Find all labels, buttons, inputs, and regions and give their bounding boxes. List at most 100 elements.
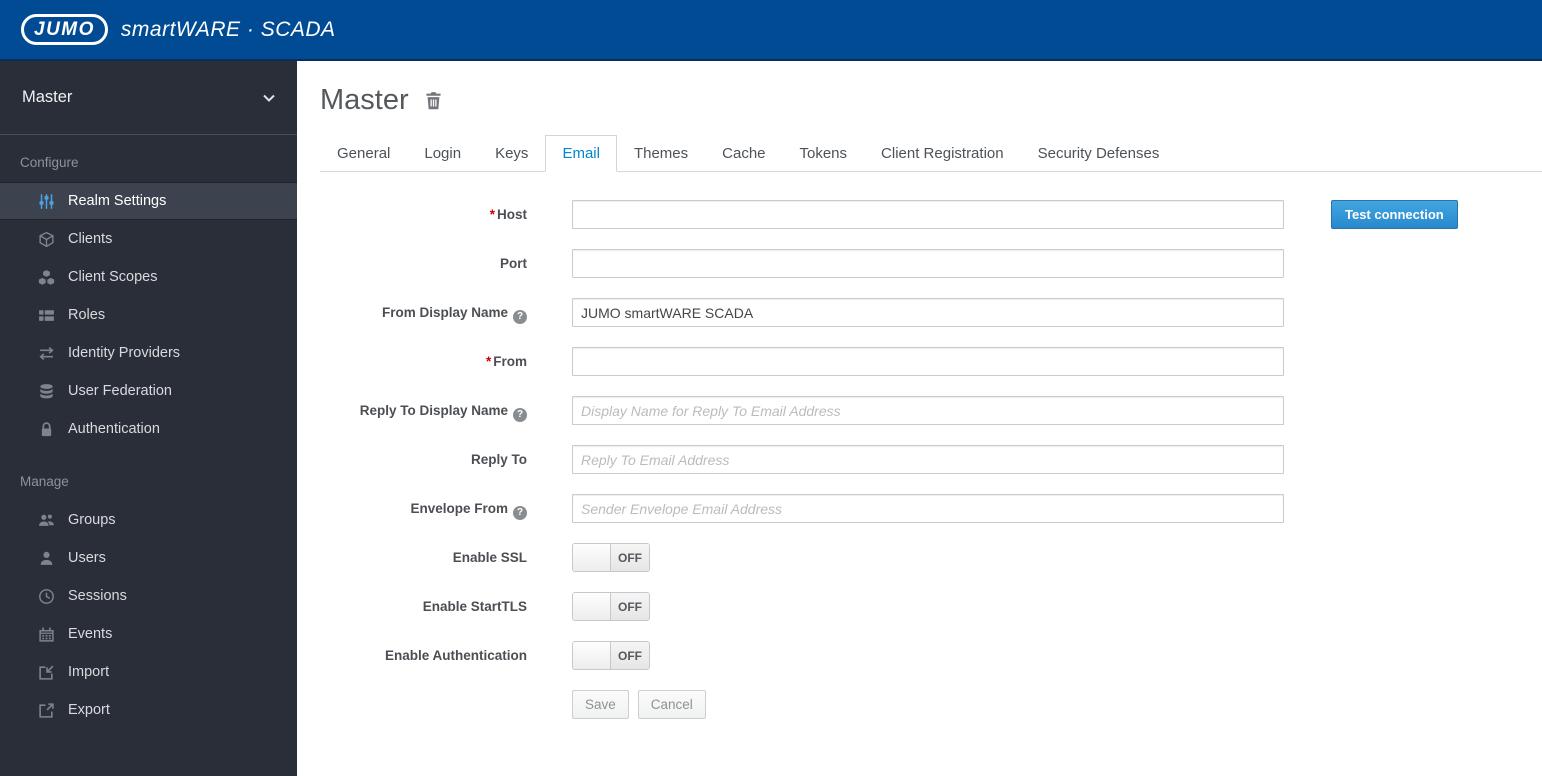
save-button[interactable]: Save (572, 690, 629, 719)
sidebar-item-groups[interactable]: Groups (0, 501, 297, 539)
enable-authentication-toggle[interactable]: OFF (572, 641, 650, 670)
reply-to-display-name-input[interactable] (572, 396, 1284, 425)
sidebar-item-users[interactable]: Users (0, 539, 297, 577)
export-arrow-icon (37, 702, 56, 719)
sidebar-item-events[interactable]: Events (0, 615, 297, 653)
sidebar-item-label: Users (68, 550, 106, 566)
toggle-off-label: OFF (611, 642, 649, 669)
toggle-off-label: OFF (611, 544, 649, 571)
sidebar-item-sessions[interactable]: Sessions (0, 577, 297, 615)
sidebar-item-authentication[interactable]: Authentication (0, 410, 297, 448)
sidebar-item-label: Identity Providers (68, 345, 181, 361)
tab-general[interactable]: General (320, 135, 407, 172)
enable-authentication-label: Enable Authentication (384, 648, 527, 663)
form-row-enable-starttls: Enable StartTLS OFF (320, 592, 1542, 621)
port-input[interactable] (572, 249, 1284, 278)
cubes-icon (37, 269, 56, 286)
product-name: smartWARE · SCADA (120, 17, 336, 41)
user-icon (37, 550, 56, 567)
help-icon[interactable]: ? (513, 310, 527, 324)
sidebar-item-label: Realm Settings (68, 193, 167, 209)
enable-ssl-toggle[interactable]: OFF (572, 543, 650, 572)
toggle-off-label: OFF (611, 593, 649, 620)
sidebar-item-realm-settings[interactable]: Realm Settings (0, 182, 297, 220)
sidebar-item-label: Export (68, 702, 110, 718)
tab-security-defenses[interactable]: Security Defenses (1021, 135, 1177, 172)
sidebar-item-identity-providers[interactable]: Identity Providers (0, 334, 297, 372)
tab-client-registration[interactable]: Client Registration (864, 135, 1021, 172)
enable-starttls-toggle[interactable]: OFF (572, 592, 650, 621)
help-icon[interactable]: ? (513, 408, 527, 422)
enable-starttls-label: Enable StartTLS (422, 599, 527, 614)
tab-tokens[interactable]: Tokens (783, 135, 865, 172)
toggle-handle (573, 593, 611, 620)
form-row-port: Port (320, 249, 1542, 278)
from-input[interactable] (572, 347, 1284, 376)
form-row-enable-ssl: Enable SSL OFF (320, 543, 1542, 572)
host-input[interactable] (572, 200, 1284, 229)
main-content: Master General Login Keys Email Themes C… (297, 61, 1542, 776)
realm-selector-label: Master (22, 88, 73, 106)
tab-cache[interactable]: Cache (705, 135, 782, 172)
reply-to-display-name-label: Reply To Display Name? (320, 396, 572, 425)
port-label: Port (500, 256, 527, 271)
calendar-icon (37, 626, 56, 643)
help-icon[interactable]: ? (513, 506, 527, 520)
sidebar-item-clients[interactable]: Clients (0, 220, 297, 258)
sidebar-item-export[interactable]: Export (0, 691, 297, 729)
from-display-name-label: From Display Name? (320, 298, 572, 327)
reply-to-input[interactable] (572, 445, 1284, 474)
database-icon (37, 383, 56, 400)
tab-keys[interactable]: Keys (478, 135, 545, 172)
from-label: * From (485, 354, 527, 369)
app-header: JUMO smartWARE · SCADA (0, 0, 1542, 61)
sidebar-item-roles[interactable]: Roles (0, 296, 297, 334)
lock-icon (37, 421, 56, 438)
form-row-envelope-from: Envelope From? (320, 494, 1542, 523)
cancel-button[interactable]: Cancel (637, 690, 706, 719)
import-arrow-icon (37, 664, 56, 681)
test-connection-button[interactable]: Test connection (1331, 200, 1458, 229)
exchange-arrows-icon (37, 345, 56, 362)
required-marker: * (485, 354, 492, 369)
form-row-host: * Host Test connection (320, 200, 1542, 229)
tab-themes[interactable]: Themes (617, 135, 705, 172)
sidebar-item-label: Groups (68, 512, 116, 528)
sidebar-item-label: Client Scopes (68, 269, 158, 285)
from-display-name-input[interactable] (572, 298, 1284, 327)
list-blocks-icon (37, 307, 56, 324)
realm-selector[interactable]: Master (0, 61, 297, 135)
form-row-enable-authentication: Enable Authentication OFF (320, 641, 1542, 670)
envelope-from-label: Envelope From? (320, 494, 572, 523)
envelope-from-input[interactable] (572, 494, 1284, 523)
users-group-icon (37, 512, 56, 529)
form-row-reply-to-display-name: Reply To Display Name? (320, 396, 1542, 425)
toggle-handle (573, 544, 611, 571)
chevron-down-icon (263, 88, 275, 107)
reply-to-label: Reply To (470, 452, 527, 467)
tab-email[interactable]: Email (545, 135, 617, 172)
cube-icon (37, 231, 56, 248)
tab-bar: General Login Keys Email Themes Cache To… (320, 135, 1542, 172)
sidebar-item-label: User Federation (68, 383, 172, 399)
enable-ssl-label: Enable SSL (452, 550, 527, 565)
form-row-from-display-name: From Display Name? (320, 298, 1542, 327)
toggle-handle (573, 642, 611, 669)
sidebar-item-label: Roles (68, 307, 106, 323)
trash-icon[interactable] (424, 91, 443, 116)
form-row-reply-to: Reply To (320, 445, 1542, 474)
sidebar: Master Configure Realm Settings Clients … (0, 61, 297, 776)
sidebar-item-label: Sessions (68, 588, 127, 604)
sidebar-item-user-federation[interactable]: User Federation (0, 372, 297, 410)
page-title-row: Master (320, 84, 1542, 117)
tab-login[interactable]: Login (407, 135, 478, 172)
form-row-from: * From (320, 347, 1542, 376)
required-marker: * (489, 207, 495, 222)
sidebar-item-import[interactable]: Import (0, 653, 297, 691)
sidebar-section-manage: Manage (20, 474, 69, 489)
host-label: * Host (489, 207, 527, 222)
sidebar-item-label: Authentication (68, 421, 160, 437)
sidebar-item-label: Clients (68, 231, 113, 247)
sidebar-item-label: Events (68, 626, 113, 642)
sidebar-item-client-scopes[interactable]: Client Scopes (0, 258, 297, 296)
